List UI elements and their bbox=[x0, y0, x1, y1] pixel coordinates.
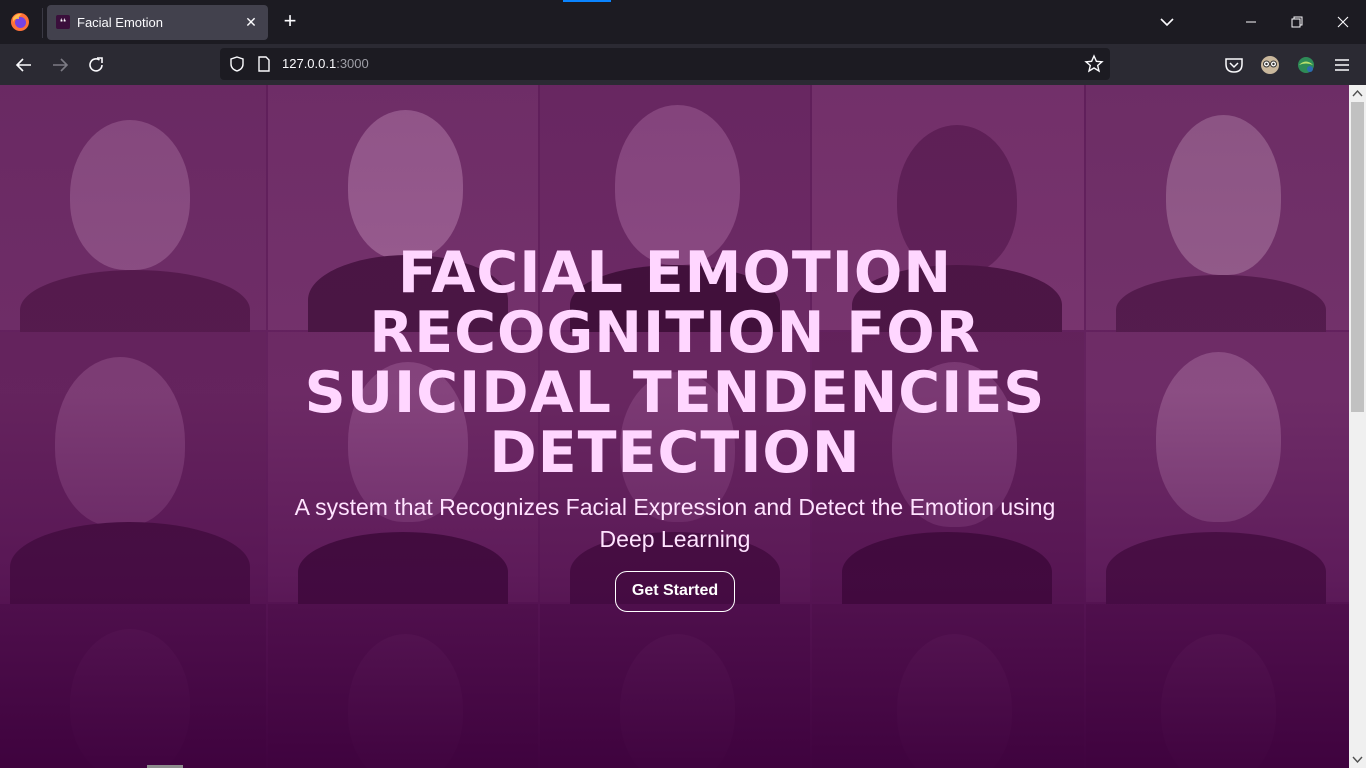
tab-favicon-icon: ❛❛ bbox=[56, 15, 70, 29]
tab-loading-indicator bbox=[563, 0, 611, 2]
hero-subtitle: A system that Recognizes Facial Expressi… bbox=[250, 491, 1100, 555]
get-started-button[interactable]: Get Started bbox=[615, 571, 735, 612]
avatar-icon[interactable] bbox=[1259, 54, 1281, 76]
scroll-down-arrow-icon[interactable] bbox=[1349, 751, 1366, 768]
hero-title-line: RECOGNITION FOR bbox=[369, 300, 981, 366]
tab-close-button[interactable]: ✕ bbox=[242, 13, 260, 31]
firefox-logo-icon[interactable] bbox=[10, 12, 30, 32]
tab-divider bbox=[42, 8, 43, 38]
chevron-down-icon[interactable] bbox=[1156, 12, 1178, 32]
tab-title: Facial Emotion bbox=[77, 15, 163, 30]
hero-section: FACIAL EMOTION RECOGNITION FOR SUICIDAL … bbox=[0, 85, 1349, 768]
back-button[interactable] bbox=[11, 52, 37, 78]
window-close-button[interactable] bbox=[1320, 0, 1366, 44]
forward-button[interactable] bbox=[47, 52, 73, 78]
url-host: 127.0.0.1 bbox=[282, 56, 337, 71]
scrollbar-thumb[interactable] bbox=[1351, 102, 1364, 412]
url-text[interactable]: 127.0.0.1:3000 bbox=[282, 56, 369, 71]
page-icon[interactable] bbox=[256, 55, 272, 73]
reload-button[interactable] bbox=[83, 52, 109, 78]
hero-title-line: FACIAL EMOTION bbox=[397, 240, 953, 306]
tab-strip: ❛❛ Facial Emotion ✕ + bbox=[0, 0, 1366, 44]
url-bar[interactable]: 127.0.0.1:3000 bbox=[220, 48, 1110, 80]
page-viewport: FACIAL EMOTION RECOGNITION FOR SUICIDAL … bbox=[0, 85, 1349, 768]
hero-title: FACIAL EMOTION RECOGNITION FOR SUICIDAL … bbox=[260, 243, 1090, 483]
hero-title-line: DETECTION bbox=[489, 420, 861, 486]
hero-subtitle-line: A system that Recognizes Facial Expressi… bbox=[294, 494, 1056, 520]
scroll-up-arrow-icon[interactable] bbox=[1349, 85, 1366, 102]
extension-icon[interactable] bbox=[1295, 54, 1317, 76]
star-icon[interactable] bbox=[1084, 54, 1104, 74]
window-restore-button[interactable] bbox=[1274, 0, 1320, 44]
window-minimize-button[interactable] bbox=[1228, 0, 1274, 44]
navigation-toolbar: 127.0.0.1:3000 bbox=[0, 44, 1366, 85]
url-port: :3000 bbox=[336, 56, 369, 71]
new-tab-button[interactable]: + bbox=[278, 10, 302, 34]
pocket-icon[interactable] bbox=[1223, 54, 1245, 76]
browser-tab-active[interactable]: ❛❛ Facial Emotion ✕ bbox=[47, 5, 268, 40]
vertical-scrollbar[interactable] bbox=[1349, 85, 1366, 768]
hero-subtitle-line: Deep Learning bbox=[599, 526, 751, 552]
hero-title-line: SUICIDAL TENDENCIES bbox=[304, 360, 1046, 426]
shield-icon[interactable] bbox=[228, 55, 246, 73]
hamburger-menu-icon[interactable] bbox=[1331, 54, 1353, 76]
